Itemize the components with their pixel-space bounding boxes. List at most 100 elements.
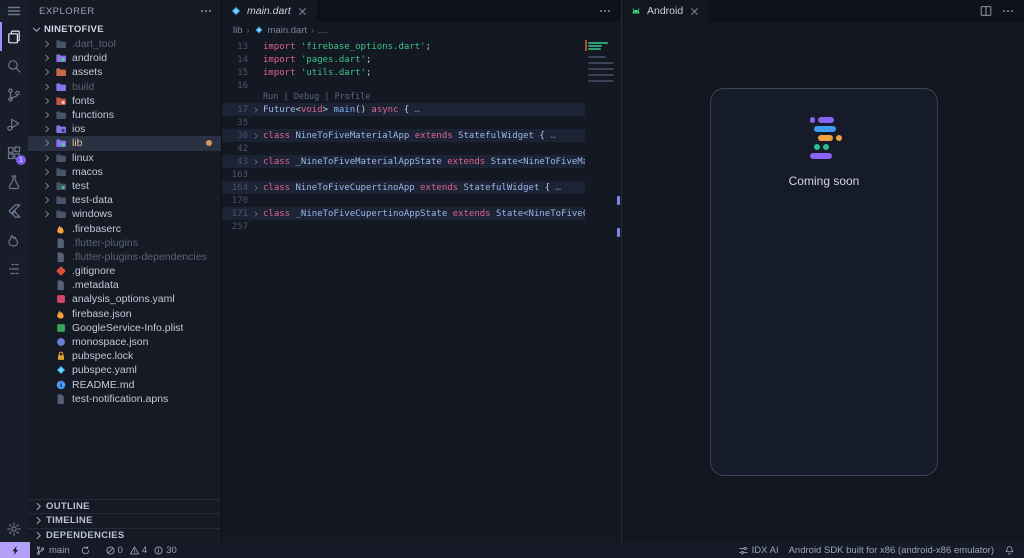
device-selector[interactable]: Android SDK built for x86 (android-x86 e… bbox=[784, 542, 999, 558]
breadcrumb-symbol[interactable]: … bbox=[318, 25, 328, 36]
activity-search-button[interactable] bbox=[0, 51, 28, 80]
code-line-14[interactable]: 14import 'pages.dart'; bbox=[222, 53, 585, 66]
tree-item-build[interactable]: build bbox=[28, 80, 221, 94]
codelens[interactable]: Run | Debug | Profile bbox=[222, 92, 585, 103]
tree-item-label: pubspec.lock bbox=[72, 349, 133, 363]
code-line-43[interactable]: 43class _NineToFiveMaterialAppState exte… bbox=[222, 155, 585, 168]
git-branch-status[interactable]: main bbox=[30, 542, 75, 558]
android-icon bbox=[630, 5, 642, 17]
lightning-icon bbox=[10, 545, 21, 556]
code-line-163[interactable]: 163 bbox=[222, 168, 585, 181]
tree-item-monospace-json[interactable]: monospace.json bbox=[28, 335, 221, 349]
project-root-header[interactable]: NINETOFIVE bbox=[28, 22, 221, 37]
section-timeline[interactable]: TIMELINE bbox=[28, 513, 221, 528]
close-icon[interactable] bbox=[688, 5, 701, 18]
tree-item-metadata[interactable]: .metadata bbox=[28, 278, 221, 292]
code-line-164[interactable]: 164class NineToFiveCupertinoApp extends … bbox=[222, 181, 585, 194]
tree-item-pubspec-lock[interactable]: pubspec.lock bbox=[28, 349, 221, 363]
activity-idx-button[interactable] bbox=[0, 254, 28, 283]
code-line-16[interactable]: 16 bbox=[222, 79, 585, 92]
fold-icon[interactable] bbox=[248, 132, 263, 140]
activity-settings-button[interactable] bbox=[0, 518, 28, 540]
breadcrumb-lib[interactable]: lib bbox=[233, 25, 243, 36]
tree-item-pubspec-yaml[interactable]: pubspec.yaml bbox=[28, 363, 221, 377]
code-text: import 'utils.dart'; bbox=[263, 68, 585, 78]
fold-icon[interactable] bbox=[248, 184, 263, 192]
tree-item-label: .flutter-plugins bbox=[72, 236, 138, 250]
tree-item-assets[interactable]: assets bbox=[28, 65, 221, 79]
sync-button[interactable] bbox=[75, 542, 96, 558]
tree-item-functions[interactable]: functions bbox=[28, 108, 221, 122]
tree-item-linux[interactable]: linux bbox=[28, 151, 221, 165]
code-line-171[interactable]: 171class _NineToFiveCupertinoAppState ex… bbox=[222, 207, 585, 220]
tree-item-ios[interactable]: ios bbox=[28, 122, 221, 136]
code-line-17[interactable]: 17Future<void> main() async { … bbox=[222, 103, 585, 116]
activity-source-control-button[interactable] bbox=[0, 80, 28, 109]
fold-icon[interactable] bbox=[248, 106, 263, 114]
file-gray-icon bbox=[55, 279, 67, 291]
tree-item-macos[interactable]: macos bbox=[28, 165, 221, 179]
more-actions-icon[interactable] bbox=[598, 4, 612, 18]
tree-item-firebaserc[interactable]: .firebaserc bbox=[28, 221, 221, 235]
activity-testing-button[interactable] bbox=[0, 167, 28, 196]
split-editor-icon[interactable] bbox=[979, 4, 993, 18]
chevron-spacer bbox=[42, 380, 53, 390]
fold-icon[interactable] bbox=[248, 158, 263, 166]
explorer-more-actions-icon[interactable] bbox=[199, 4, 213, 18]
tree-item-test[interactable]: test bbox=[28, 179, 221, 193]
tree-item-lib[interactable]: lib bbox=[28, 136, 221, 150]
activity-firebase-button[interactable] bbox=[0, 225, 28, 254]
tab-android[interactable]: Android bbox=[622, 0, 710, 22]
idx-ai-status[interactable]: IDX AI bbox=[733, 542, 784, 558]
activity-explorer-button[interactable] bbox=[0, 22, 28, 51]
activity-run-debug-button[interactable] bbox=[0, 109, 28, 138]
tree-item-dart-tool[interactable]: .dart_tool bbox=[28, 37, 221, 51]
tab-label: main.dart bbox=[247, 5, 291, 17]
activity-extensions-button[interactable]: 1 bbox=[0, 138, 28, 167]
tune-icon bbox=[738, 545, 749, 556]
breadcrumb-main-dart[interactable]: main.dart bbox=[268, 25, 308, 36]
tree-item-windows[interactable]: windows bbox=[28, 207, 221, 221]
tree-item-label: linux bbox=[72, 151, 94, 165]
activity-menu-button[interactable] bbox=[0, 0, 28, 22]
section-label: OUTLINE bbox=[46, 501, 90, 512]
code-text: Future<void> main() async { … bbox=[263, 105, 585, 115]
code-line-257[interactable]: 257 bbox=[222, 220, 585, 233]
section-outline[interactable]: OUTLINE bbox=[28, 499, 221, 514]
activity-flutter-button[interactable] bbox=[0, 196, 28, 225]
tree-item-readme-md[interactable]: README.md bbox=[28, 378, 221, 392]
problems-status[interactable]: 0 4 30 bbox=[96, 542, 182, 558]
tab-main-dart[interactable]: main.dart bbox=[222, 0, 318, 22]
warning-count: 4 bbox=[142, 545, 147, 556]
token: () bbox=[355, 105, 371, 115]
tree-item-flutter-plugins-dependencies[interactable]: .flutter-plugins-dependencies bbox=[28, 250, 221, 264]
tree-item-gitignore[interactable]: .gitignore bbox=[28, 264, 221, 278]
close-icon[interactable] bbox=[296, 5, 309, 18]
code-line-42[interactable]: 42 bbox=[222, 142, 585, 155]
tree-item-flutter-plugins[interactable]: .flutter-plugins bbox=[28, 236, 221, 250]
code-line-15[interactable]: 15import 'utils.dart'; bbox=[222, 66, 585, 79]
tree-item-fonts[interactable]: fonts bbox=[28, 94, 221, 108]
more-actions-icon[interactable] bbox=[1001, 4, 1015, 18]
code-line-36[interactable]: 36class NineToFiveMaterialApp extends St… bbox=[222, 129, 585, 142]
chevron-spacer bbox=[42, 224, 53, 234]
code-line-170[interactable]: 170 bbox=[222, 194, 585, 207]
tree-item-firebase-json[interactable]: firebase.json bbox=[28, 307, 221, 321]
chevron-right-icon bbox=[42, 124, 53, 134]
tree-item-android[interactable]: android bbox=[28, 51, 221, 65]
remote-indicator[interactable] bbox=[0, 542, 30, 558]
tree-item-test-notification-apns[interactable]: test-notification.apns bbox=[28, 392, 221, 406]
code-line-35[interactable]: 35 bbox=[222, 116, 585, 129]
tree-item-test-data[interactable]: test-data bbox=[28, 193, 221, 207]
token: ; bbox=[366, 55, 371, 65]
section-dependencies[interactable]: DEPENDENCIES bbox=[28, 528, 221, 543]
fold-icon[interactable] bbox=[248, 210, 263, 218]
tree-item-googleservice-info-plist[interactable]: GoogleService-Info.plist bbox=[28, 321, 221, 335]
tree-item-analysis-options-yaml[interactable]: analysis_options.yaml bbox=[28, 292, 221, 306]
code-line-13[interactable]: 13import 'firebase_options.dart'; bbox=[222, 40, 585, 53]
source-control-icon bbox=[6, 87, 22, 103]
minimap[interactable] bbox=[588, 40, 616, 100]
notifications-button[interactable] bbox=[999, 542, 1020, 558]
token: Future bbox=[263, 105, 296, 115]
emulator-frame: Coming soon bbox=[710, 88, 938, 476]
